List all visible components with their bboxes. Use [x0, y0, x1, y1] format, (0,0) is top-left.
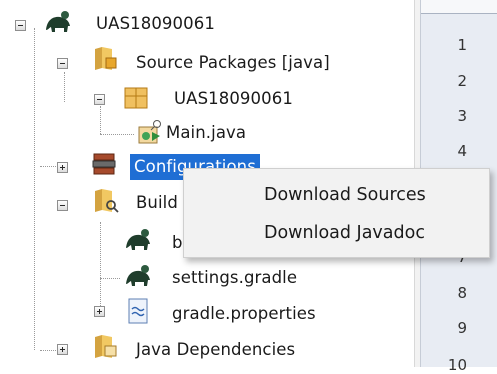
java-class-icon: [136, 118, 164, 146]
line-number: 9: [457, 319, 467, 337]
expand-toggle-gradle-properties[interactable]: [94, 306, 105, 317]
gradle-elephant-icon: [44, 8, 72, 36]
configurations-books-icon: [90, 150, 118, 178]
download-javadoc-menu-item[interactable]: Download Javadoc: [264, 223, 425, 243]
java-dependencies-folder-icon: [92, 332, 120, 360]
tree-guide: [100, 278, 120, 279]
tree-guide: [100, 134, 134, 135]
source-packages-label[interactable]: Source Packages [java]: [136, 53, 330, 72]
main-java-label[interactable]: Main.java: [166, 123, 246, 142]
collapse-toggle-build-scripts[interactable]: [57, 200, 68, 211]
gradle-properties-label[interactable]: gradle.properties: [172, 304, 316, 323]
settings-gradle-label[interactable]: settings.gradle: [172, 268, 297, 287]
collapse-toggle-package[interactable]: [94, 94, 105, 105]
tree-guide: [100, 106, 101, 134]
java-package-icon: [122, 84, 150, 112]
collapse-toggle-source-packages[interactable]: [57, 58, 68, 69]
context-menu: Download Sources Download Javadoc: [183, 168, 490, 258]
gradle-elephant-icon: [124, 226, 152, 254]
collapse-toggle-project[interactable]: [15, 20, 26, 31]
download-sources-menu-item[interactable]: Download Sources: [264, 185, 426, 205]
line-number: 3: [457, 107, 467, 125]
tree-guide: [34, 28, 35, 350]
expand-toggle-configurations[interactable]: [57, 162, 68, 173]
line-number: 8: [457, 284, 467, 302]
line-number: 10: [447, 356, 467, 374]
properties-file-icon: [124, 297, 152, 325]
line-number: 1: [457, 36, 467, 54]
tree-guide: [64, 72, 65, 102]
build-gradle-label[interactable]: b: [172, 233, 183, 252]
gradle-elephant-icon: [124, 262, 152, 290]
build-scripts-label[interactable]: Build: [136, 193, 178, 212]
tree-guide: [100, 222, 101, 314]
line-number: 4: [457, 142, 467, 160]
expand-toggle-java-dependencies[interactable]: [57, 344, 68, 355]
editor-tab-strip: [421, 0, 497, 14]
project-label[interactable]: UAS18090061: [96, 14, 215, 33]
line-number: 2: [457, 72, 467, 90]
java-dependencies-label[interactable]: Java Dependencies: [136, 340, 295, 359]
build-scripts-folder-icon: [92, 186, 120, 214]
source-packages-folder-icon: [92, 44, 120, 72]
package-label[interactable]: UAS18090061: [174, 89, 293, 108]
